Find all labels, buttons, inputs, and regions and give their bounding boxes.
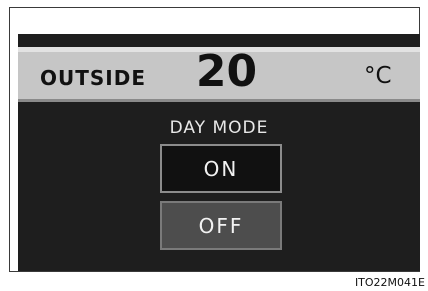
day-mode-on-label: ON [203, 156, 239, 181]
outside-label: OUTSIDE [40, 66, 146, 90]
day-mode-on-button[interactable]: ON [160, 144, 282, 193]
figure-code: ITO22M041E [354, 276, 425, 289]
display-screen: OUTSIDE 20 °C DAY MODE ON OFF [18, 34, 420, 271]
day-mode-off-button[interactable]: OFF [160, 201, 282, 250]
temperature-unit: °C [364, 63, 392, 89]
day-mode-off-label: OFF [198, 213, 244, 238]
temperature-number: 20 [195, 46, 258, 97]
outside-temperature-band: OUTSIDE 20 °C [18, 46, 420, 102]
day-mode-title: DAY MODE [169, 118, 269, 138]
outside-temperature-value: 20 [196, 46, 257, 97]
